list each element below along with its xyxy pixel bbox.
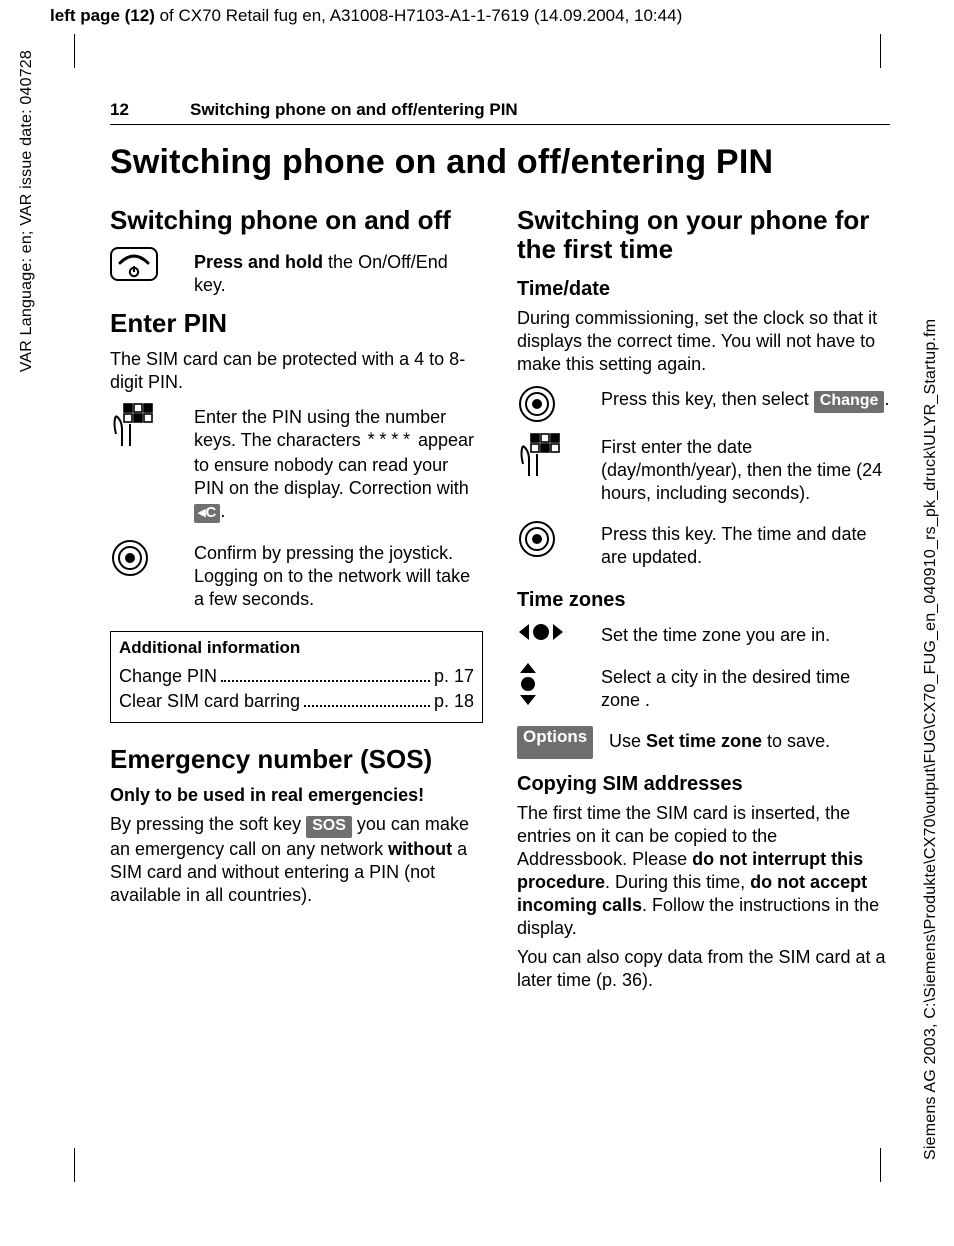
joystick-horizontal-icon [517, 618, 587, 653]
additional-info-title: Additional information [119, 638, 474, 658]
top-meta-prefix: left page (12) [50, 6, 155, 25]
side-meta-right: Siemens AG 2003, C:\Siemens\Produkte\CX7… [922, 70, 940, 1160]
timedate-step1: Press this key, then select Change. [601, 388, 890, 418]
timedate-intro: During commissioning, set the clock so t… [517, 307, 890, 376]
timezone-step2: Select a city in the desired time zone . [601, 666, 890, 712]
joystick-press-icon [517, 382, 587, 424]
timezone-step1: Set the time zone you are in. [601, 624, 890, 647]
info-row: Clear SIM card barring p. 18 [119, 689, 474, 712]
side-meta-left: VAR Language: en; VAR issue date: 040728 [18, 50, 36, 372]
page-body: 12 Switching phone on and off/entering P… [110, 100, 890, 998]
heading-copy-sim: Copying SIM addresses [517, 773, 890, 796]
heading-time-zones: Time zones [517, 589, 890, 612]
heading-time-date: Time/date [517, 278, 890, 301]
heading-sos: Emergency number (SOS) [110, 745, 483, 774]
page-number: 12 [110, 100, 190, 120]
keypad-icon [110, 400, 180, 529]
source-meta-top: left page (12) of CX70 Retail fug en, A3… [50, 6, 682, 26]
left-column: Switching phone on and off Press and hol… [110, 200, 483, 998]
right-column: Switching on your phone for the first ti… [517, 200, 890, 998]
enter-pin-step1: Enter the PIN using the number keys. The… [194, 406, 483, 523]
top-meta-rest: of CX70 Retail fug en, A31008-H7103-A1-1… [155, 6, 682, 25]
timedate-step2: First enter the date (day/month/year), t… [601, 436, 890, 505]
pin-mask-stars: **** [366, 432, 413, 452]
page-title: Switching phone on and off/entering PIN [110, 143, 890, 182]
sos-warning: Only to be used in real emergencies! [110, 784, 483, 807]
joystick-press-icon [110, 536, 180, 617]
onoff-bold: Press and hold [194, 252, 323, 272]
running-header: 12 Switching phone on and off/entering P… [110, 100, 890, 125]
enter-pin-step2: Confirm by pressing the joystick. Loggin… [194, 542, 483, 611]
heading-switching-on-off: Switching phone on and off [110, 206, 483, 235]
heading-first-time: Switching on your phone for the first ti… [517, 206, 890, 264]
copy-sim-p1: The first time the SIM card is inserted,… [517, 802, 890, 940]
keypad-icon [517, 430, 587, 511]
end-key-icon [110, 245, 180, 303]
timezone-options-text: Use Set time zone to save. [609, 730, 890, 753]
enter-pin-intro: The SIM card can be protected with a 4 t… [110, 348, 483, 394]
sos-softkey: SOS [306, 816, 352, 837]
copy-sim-p2: You can also copy data from the SIM card… [517, 946, 890, 992]
joystick-press-icon [517, 517, 587, 575]
clear-key-icon: ◂C [194, 504, 220, 522]
timedate-step3: Press this key. The time and date are up… [601, 523, 890, 569]
options-softkey: Options [517, 726, 593, 759]
change-softkey: Change [814, 391, 885, 412]
options-softkey-wrap: Options [517, 724, 595, 759]
onoff-instruction: Press and hold the On/Off/End key. [194, 251, 483, 297]
info-row: Change PIN p. 17 [119, 664, 474, 687]
joystick-vertical-icon [517, 660, 587, 718]
additional-info-box: Additional information Change PIN p. 17 … [110, 631, 483, 723]
running-title: Switching phone on and off/entering PIN [190, 100, 518, 120]
sos-text: By pressing the soft key SOS you can mak… [110, 813, 483, 906]
heading-enter-pin: Enter PIN [110, 309, 483, 338]
